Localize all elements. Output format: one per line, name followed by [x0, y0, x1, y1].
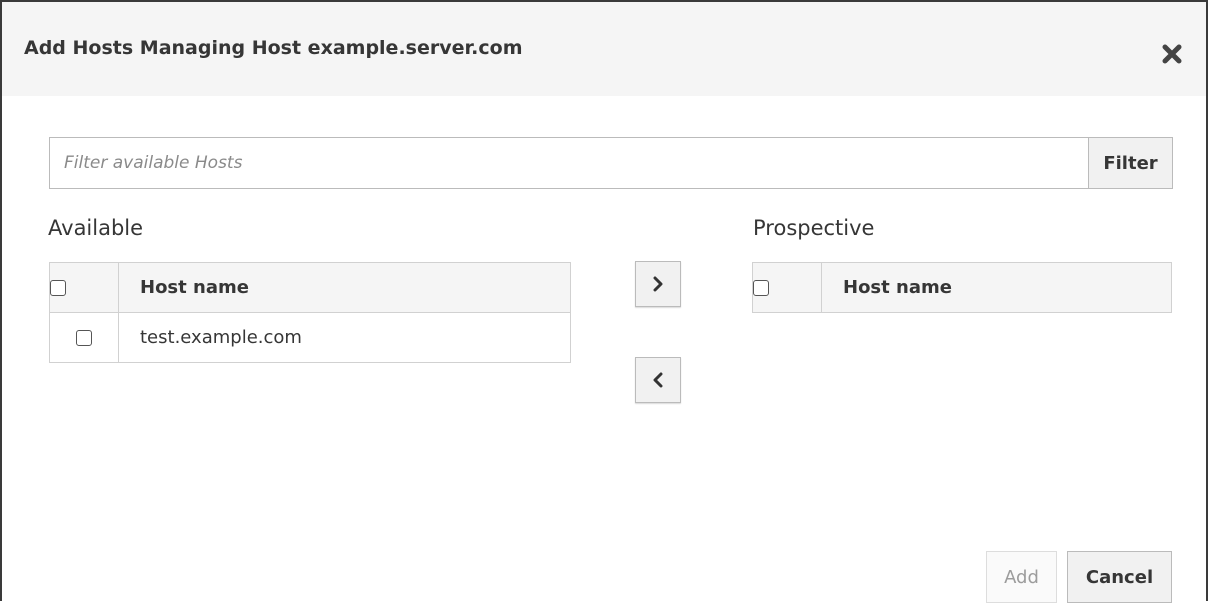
close-icon [1162, 44, 1182, 64]
available-label: Available [48, 216, 144, 240]
table-row[interactable]: test.example.com [49, 312, 571, 363]
host-name-column-header[interactable]: Host name [118, 262, 571, 313]
cancel-button[interactable]: Cancel [1067, 551, 1172, 603]
table-header-row: Host name [49, 262, 571, 313]
move-to-prospective-button[interactable] [635, 261, 681, 307]
host-name-cell: test.example.com [118, 312, 571, 363]
row-checkbox[interactable] [76, 330, 92, 346]
select-all-cell [752, 262, 822, 313]
add-hosts-dialog: Add Hosts Managing Host example.server.c… [0, 0, 1208, 603]
row-checkbox-cell [49, 312, 119, 363]
select-all-prospective-checkbox[interactable] [753, 280, 769, 296]
add-button[interactable]: Add [986, 551, 1057, 603]
select-all-available-checkbox[interactable] [50, 280, 66, 296]
chevron-left-icon [653, 372, 663, 388]
move-to-available-button[interactable] [635, 357, 681, 403]
close-button[interactable] [1158, 40, 1186, 68]
dialog-title: Add Hosts Managing Host example.server.c… [24, 37, 523, 59]
select-all-cell [49, 262, 119, 313]
dialog-header: Add Hosts Managing Host example.server.c… [2, 2, 1206, 96]
prospective-table: Host name [752, 262, 1172, 313]
filter-bar: Filter [49, 137, 1173, 189]
table-header-row: Host name [752, 262, 1172, 313]
filter-button[interactable]: Filter [1088, 138, 1172, 188]
chevron-right-icon [653, 276, 663, 292]
host-name-column-header[interactable]: Host name [821, 262, 1172, 313]
prospective-label: Prospective [753, 216, 875, 240]
filter-input[interactable] [50, 138, 1088, 188]
available-table: Host name test.example.com [49, 262, 571, 363]
